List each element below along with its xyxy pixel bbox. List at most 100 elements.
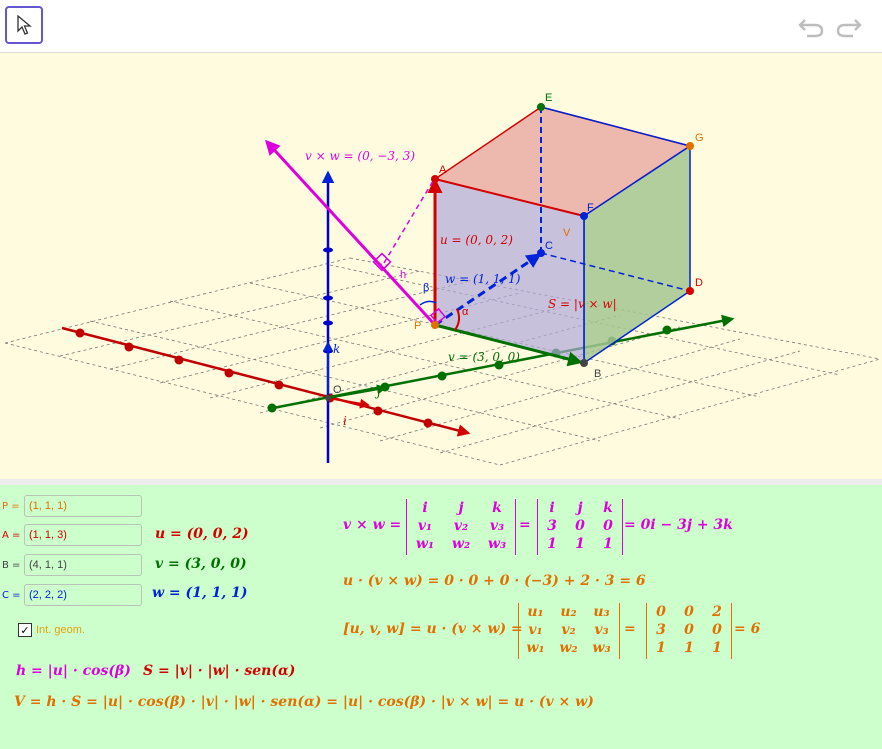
cross-lhs: v × w = [343, 517, 402, 533]
point-P[interactable] [431, 321, 439, 329]
label-D: D [695, 277, 703, 289]
label-O: O [333, 384, 342, 396]
label-B: B [594, 368, 601, 380]
triple-num-cell: 1 [684, 640, 694, 656]
label-k: k [333, 342, 340, 356]
point-O[interactable] [325, 395, 331, 401]
point-C[interactable] [537, 249, 545, 257]
projection-line [383, 180, 434, 264]
input-row-P: P = [0, 494, 142, 518]
triple-num-cell: 0 [684, 622, 694, 638]
triple-det-cell: v₁ [528, 622, 543, 638]
label-C: C [545, 240, 553, 252]
undo-icon [798, 19, 824, 38]
equals-sign: = [624, 621, 636, 637]
point-E[interactable] [537, 103, 545, 111]
redo-button[interactable] [834, 12, 864, 42]
point-A-input[interactable] [24, 524, 142, 546]
input-row-B: B = [0, 553, 142, 577]
point-P-input[interactable] [24, 495, 142, 517]
input-row-A: A = [0, 523, 142, 547]
cross-det-cell: j [458, 500, 464, 516]
equals-sign: = [519, 517, 531, 533]
triple-num-cell: 0 [684, 604, 694, 620]
triple-determinant: u₁ u₂ u₃ v₁ v₂ v₃ w₁ w₂ w₃ [518, 603, 620, 659]
triple-lhs: [u, v, w] = u · (v × w) = [343, 621, 523, 637]
triple-num-cell: 0 [656, 604, 666, 620]
triple-num-cell: 3 [656, 622, 666, 638]
vector-w-readout: w = (1, 1, 1) [152, 585, 248, 601]
label-F: F [587, 202, 594, 214]
triple-det-cell: v₃ [594, 622, 609, 638]
point-B[interactable] [580, 359, 588, 367]
triple-det-cell: w₂ [559, 640, 578, 656]
vector-u-readout: u = (0, 0, 2) [155, 526, 249, 542]
S-formula: S = |v| · |w| · sen(α) [143, 663, 296, 679]
undo-button[interactable] [796, 12, 826, 42]
cross-det-cell: i [422, 500, 428, 516]
algebra-view: P = A = B = C = u = (0, 0, 2) v = (3, 0,… [0, 485, 882, 749]
triple-det-cell: w₃ [592, 640, 611, 656]
triple-det-cell: u₁ [527, 604, 544, 620]
cross-num-cell: 0 [603, 518, 613, 534]
3d-scene: O P A B C D E F G V h α β i j k u = (0, … [4, 92, 881, 466]
dot-product-line: u · (v × w) = 0 · 0 + 0 · (−3) + 2 · 3 =… [343, 573, 646, 589]
V-formula: V = h · S = |u| · cos(β) · |v| · |w| · s… [14, 694, 594, 710]
toolbar [0, 0, 882, 53]
int-geom-checkbox[interactable]: ✓ [18, 623, 32, 637]
input-row-C: C = [0, 583, 142, 607]
triple-det-cell: u₃ [593, 604, 610, 620]
cross-det-cell: v₂ [453, 518, 469, 534]
triple-num-cell: 1 [712, 640, 722, 656]
triple-det-cell: u₂ [560, 604, 577, 620]
int-geom-label: Int. geom. [36, 624, 85, 636]
cross-det-cell: v₃ [489, 518, 505, 534]
label-E: E [545, 92, 552, 104]
input-label-B: B = [2, 559, 21, 571]
cross-num-cell: 1 [575, 536, 585, 552]
cross-determinant: i j k v₁ v₂ v₃ w₁ w₂ w₃ [406, 499, 516, 555]
label-A: A [439, 164, 447, 176]
cross-num-cell: 1 [547, 536, 557, 552]
arrow-cursor-icon [17, 15, 32, 35]
input-label-A: A = [2, 529, 21, 541]
h-formula: h = |u| · cos(β) [16, 663, 131, 679]
label-alpha: α [462, 306, 469, 318]
graphics-view[interactable]: O P A B C D E F G V h α β i j k u = (0, … [0, 53, 882, 479]
int-geom-checkbox-row[interactable]: ✓ Int. geom. [18, 623, 85, 637]
label-v-eq: v = (3, 0, 0) [448, 350, 520, 364]
vector-v-readout: v = (3, 0, 0) [155, 556, 247, 572]
redo-icon [836, 19, 862, 38]
triple-result: = 6 [734, 621, 761, 637]
x-axis [61, 326, 471, 437]
triple-det-cell: v₂ [561, 622, 576, 638]
i-unit-vector [327, 397, 370, 409]
label-S-eq: S = |v × w| [548, 297, 617, 311]
cross-num-cell: 0 [575, 518, 585, 534]
cross-result: = 0i − 3j + 3k [624, 517, 733, 533]
label-u-eq: u = (0, 0, 2) [440, 233, 513, 247]
point-B-input[interactable] [24, 554, 142, 576]
cross-det-cell: v₁ [417, 518, 433, 534]
triple-num-cell: 0 [712, 622, 722, 638]
cross-det-cell: w₂ [451, 536, 471, 552]
label-cross-eq: v × w = (0, −3, 3) [305, 149, 415, 163]
label-V: V [563, 227, 571, 239]
vector-v-cross-w[interactable] [264, 139, 437, 327]
triple-num-cell: 2 [712, 604, 722, 620]
cross-num-cell: 3 [547, 518, 557, 534]
cross-num-cell: 1 [603, 536, 613, 552]
point-D[interactable] [686, 287, 694, 295]
cross-num-cell: i [549, 500, 555, 516]
cross-num-cell: k [603, 500, 613, 516]
move-tool-button[interactable] [5, 6, 43, 44]
point-G[interactable] [686, 142, 694, 150]
point-A[interactable] [431, 175, 439, 183]
label-h: h [400, 269, 406, 281]
label-w-eq: w = (1, 1, 1) [445, 272, 521, 286]
label-i: i [343, 414, 347, 428]
label-G: G [695, 132, 704, 144]
cross-det-cell: w₁ [415, 536, 435, 552]
point-C-input[interactable] [24, 584, 142, 606]
input-label-P: P = [2, 500, 20, 512]
